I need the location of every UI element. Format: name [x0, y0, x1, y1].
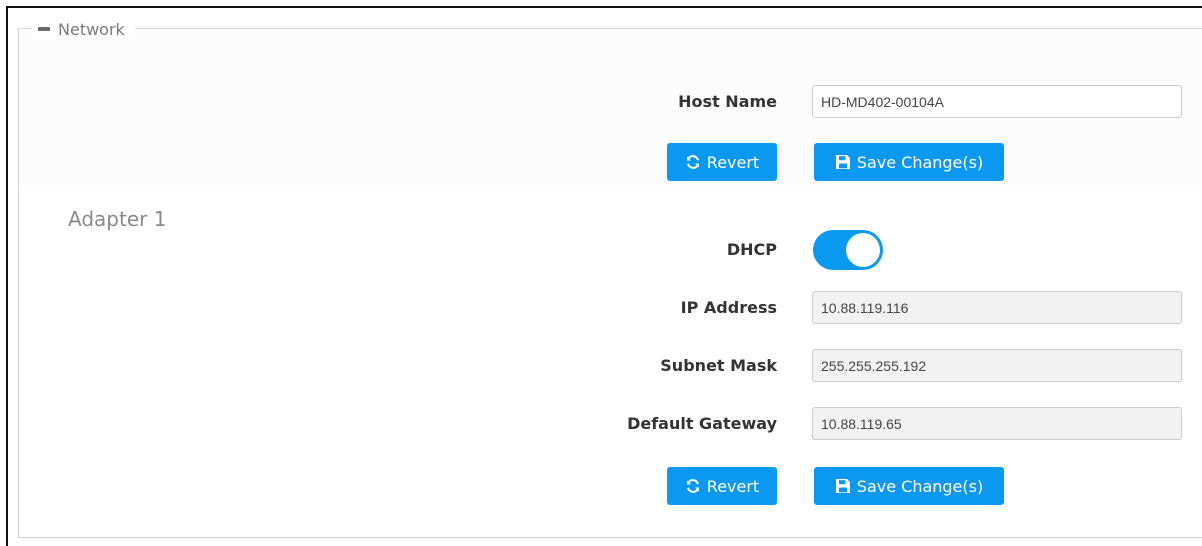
host-name-label: Host Name — [678, 92, 777, 111]
adapter-save-button[interactable]: Save Change(s) — [814, 467, 1004, 505]
ip-address-label: IP Address — [680, 298, 777, 317]
adapter-revert-button[interactable]: Revert — [667, 467, 777, 505]
network-title: Network — [58, 19, 125, 39]
revert-label: Revert — [706, 476, 760, 496]
default-gateway-label: Default Gateway — [627, 414, 777, 433]
network-legend[interactable]: Network — [32, 18, 135, 40]
revert-label: Revert — [706, 152, 760, 172]
default-gateway-field[interactable]: 10.88.119.65 — [812, 407, 1182, 440]
minus-icon[interactable] — [38, 27, 50, 31]
dhcp-label: DHCP — [726, 240, 777, 259]
adapter-title: Adapter 1 — [68, 207, 167, 231]
host-revert-button[interactable]: Revert — [667, 143, 777, 181]
save-label: Save Change(s) — [856, 476, 984, 496]
refresh-icon — [686, 155, 699, 169]
subnet-mask-field[interactable]: 255.255.255.192 — [812, 349, 1182, 382]
floppy-disk-icon — [835, 155, 850, 169]
subnet-mask-label: Subnet Mask — [660, 356, 777, 375]
floppy-disk-icon — [835, 479, 850, 493]
toggle-knob — [846, 233, 880, 267]
refresh-icon — [686, 479, 699, 493]
ip-address-field[interactable]: 10.88.119.116 — [812, 291, 1182, 324]
host-save-button[interactable]: Save Change(s) — [814, 143, 1004, 181]
dhcp-toggle[interactable] — [813, 230, 883, 270]
save-label: Save Change(s) — [856, 152, 984, 172]
host-name-field[interactable]: HD-MD402-00104A — [812, 85, 1182, 118]
